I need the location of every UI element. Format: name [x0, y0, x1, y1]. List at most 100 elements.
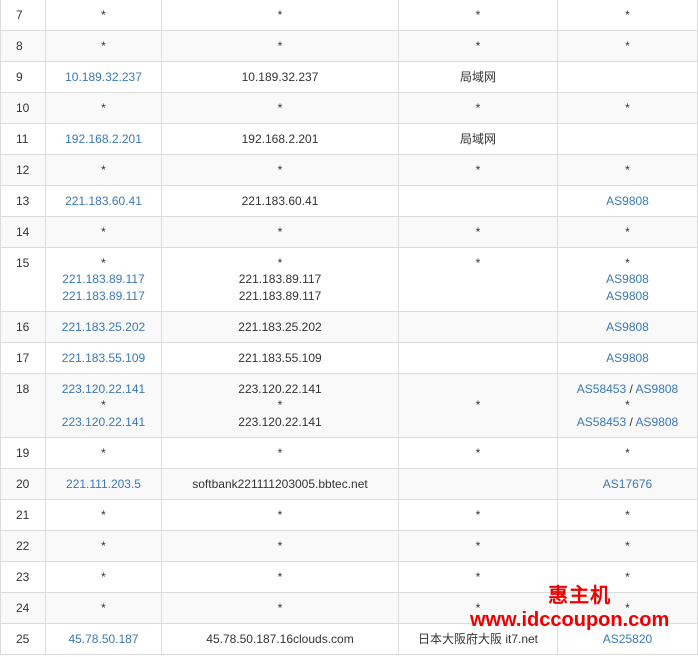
as-cell	[557, 123, 698, 155]
location-cell: 局域网	[398, 123, 558, 155]
hop-number: 22	[0, 530, 46, 562]
ip-link[interactable]: 221.183.60.41	[47, 193, 161, 210]
as-link[interactable]: AS9808	[636, 382, 679, 396]
location: *	[475, 7, 481, 22]
location: 局域网	[459, 69, 496, 84]
hostname-cell: 221.183.60.41	[161, 185, 399, 217]
as-timeout: *	[625, 538, 630, 553]
location: *	[475, 162, 481, 177]
location-cell	[398, 311, 558, 343]
table-row: 14 * * * *	[0, 216, 698, 248]
as-link[interactable]: AS9808	[606, 320, 649, 334]
ip-link[interactable]: 223.120.22.141	[47, 381, 161, 398]
as-line: AS25820	[559, 631, 697, 648]
as-cell: AS9808	[557, 311, 698, 343]
ip-link[interactable]: 221.183.89.117	[47, 271, 161, 288]
ip-link[interactable]: 223.120.22.141	[47, 414, 161, 431]
hostname: 221.183.25.202	[238, 319, 322, 334]
hop-number: 23	[0, 561, 46, 593]
as-cell: *	[557, 30, 698, 62]
hostname-cell: *	[161, 437, 399, 469]
as-cell: AS17676	[557, 468, 698, 500]
table-row: 13 221.183.60.41 221.183.60.41 AS9808	[0, 185, 698, 217]
location-cell: *	[398, 0, 558, 31]
as-link[interactable]: AS58453	[577, 382, 626, 396]
ip-link[interactable]: 192.168.2.201	[47, 131, 161, 148]
table-row: 24 * * * *	[0, 592, 698, 624]
hostname: *	[277, 38, 283, 53]
ip-cell: 221.183.55.109	[45, 342, 162, 374]
hostname: *	[277, 445, 283, 460]
as-link[interactable]: AS9808	[606, 289, 649, 303]
location-cell: *	[398, 154, 558, 186]
hostname-cell: 45.78.50.187.16clouds.com	[161, 623, 399, 655]
ip-link[interactable]: 221.183.89.117	[47, 288, 161, 305]
as-line: AS9808	[559, 319, 697, 336]
as-link[interactable]: AS58453	[577, 415, 626, 429]
hostname: 45.78.50.187.16clouds.com	[206, 631, 354, 646]
as-link[interactable]: AS9808	[606, 194, 649, 208]
hostname: *	[277, 569, 283, 584]
hostname: *	[277, 224, 283, 239]
as-link[interactable]: AS9808	[606, 272, 649, 286]
table-row: 17 221.183.55.109 221.183.55.109 AS9808	[0, 342, 698, 374]
location: *	[475, 100, 481, 115]
as-cell: AS25820	[557, 623, 698, 655]
as-line	[559, 131, 697, 148]
ip-cell: *	[45, 92, 162, 124]
as-cell: *	[557, 530, 698, 562]
as-cell: AS9808	[557, 185, 698, 217]
ip-link[interactable]: 10.189.32.237	[47, 69, 161, 86]
ip-cell: 45.78.50.187	[45, 623, 162, 655]
as-timeout: *	[625, 100, 630, 115]
as-link[interactable]: AS9808	[636, 415, 679, 429]
location-cell	[398, 342, 558, 374]
as-timeout: *	[625, 255, 630, 270]
location: *	[475, 600, 481, 615]
hostname-cell: 223.120.22.141 * 223.120.22.141	[161, 373, 399, 438]
location: *	[475, 445, 481, 460]
location-cell: *	[398, 530, 558, 562]
ip-link[interactable]: 221.111.203.5	[47, 476, 161, 493]
ip-cell: * 221.183.89.117 221.183.89.117	[45, 247, 162, 312]
as-line: *	[559, 100, 697, 117]
as-line: *	[559, 538, 697, 555]
as-link[interactable]: AS17676	[603, 477, 652, 491]
as-cell: *	[557, 154, 698, 186]
ip-timeout: *	[101, 224, 106, 239]
as-line: AS9808	[559, 193, 697, 210]
ip-link[interactable]: 221.183.25.202	[47, 319, 161, 336]
as-line: AS9808	[559, 271, 697, 288]
location: *	[475, 569, 481, 584]
hostname: 221.183.89.117	[238, 272, 322, 287]
ip-link[interactable]: 45.78.50.187	[47, 631, 161, 648]
ip-cell: *	[45, 437, 162, 469]
as-link[interactable]: AS9808	[606, 351, 649, 365]
as-cell: *	[557, 437, 698, 469]
traceroute-table-body: 7 * * * * 8 * * * * 9 10.189.32.237 10.189.32.237 局域网…	[0, 0, 698, 655]
location-cell: *	[398, 92, 558, 124]
ip-link[interactable]: 221.183.55.109	[47, 350, 161, 367]
as-cell: AS9808	[557, 342, 698, 374]
as-cell: *	[557, 561, 698, 593]
hop-number: 10	[0, 92, 46, 124]
hostname-cell: *	[161, 0, 399, 31]
ip-timeout: *	[101, 398, 106, 413]
table-row: 21 * * * *	[0, 499, 698, 531]
as-timeout: *	[625, 445, 630, 460]
location-cell: *	[398, 30, 558, 62]
as-cell: *	[557, 592, 698, 624]
as-link[interactable]: AS25820	[603, 632, 652, 646]
table-row: 20 221.111.203.5 softbank221111203005.bbte…	[0, 468, 698, 500]
location-cell: 局域网	[398, 61, 558, 93]
table-row: 25 45.78.50.187 45.78.50.187.16clouds.com 日…	[0, 623, 698, 655]
as-separator: /	[629, 381, 633, 396]
as-line: *	[559, 600, 697, 617]
as-timeout: *	[625, 507, 630, 522]
hop-number: 9	[0, 61, 46, 93]
table-row: 15 * 221.183.89.117 221.183.89.117 * 221.183.…	[0, 247, 698, 312]
table-row: 11 192.168.2.201 192.168.2.201 局域网	[0, 123, 698, 155]
as-line: *	[559, 397, 697, 414]
ip-cell: *	[45, 30, 162, 62]
hostname-cell: *	[161, 30, 399, 62]
